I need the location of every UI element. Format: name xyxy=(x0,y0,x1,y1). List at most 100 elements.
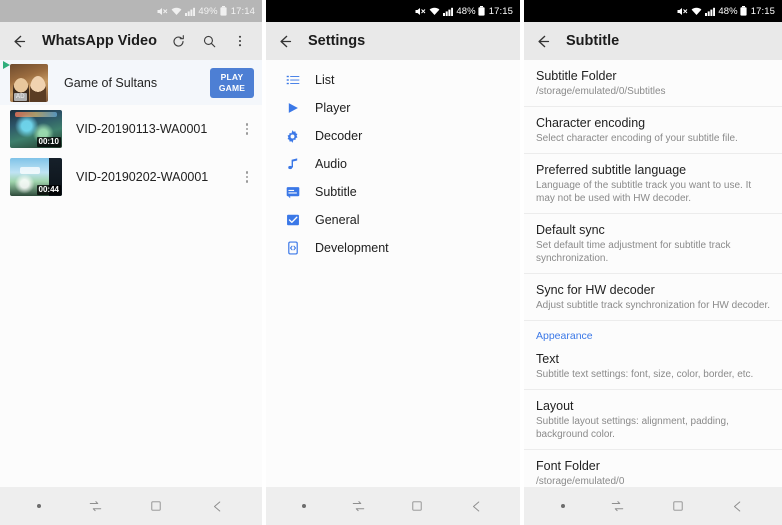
settings-item-subtitle[interactable]: Subtitle xyxy=(266,178,520,206)
pref-preferred-subtitle-language[interactable]: Preferred subtitle language Language of … xyxy=(524,154,782,214)
back-icon[interactable] xyxy=(469,499,484,514)
development-icon xyxy=(284,240,301,257)
phone-panel-video-list: 49% 17:14 WhatsApp Video xyxy=(0,0,262,525)
recents-icon[interactable] xyxy=(88,499,103,514)
page-title: Settings xyxy=(308,33,512,49)
clock: 17:14 xyxy=(231,6,255,17)
video-file-name: VID-20190113-WA0001 xyxy=(76,122,236,136)
dot-icon[interactable] xyxy=(561,504,565,508)
status-icons xyxy=(677,7,715,16)
app-bar-actions xyxy=(168,31,254,51)
dot-icon[interactable] xyxy=(302,504,306,508)
pref-summary: Select character encoding of your subtit… xyxy=(536,132,770,145)
signal-icon xyxy=(185,7,195,16)
pref-summary: Set default time adjustment for subtitle… xyxy=(536,239,770,265)
back-arrow-icon[interactable] xyxy=(8,31,28,51)
clock: 17:15 xyxy=(489,6,513,17)
search-icon[interactable] xyxy=(199,31,219,51)
settings-item-label: Audio xyxy=(315,157,347,171)
dot-icon[interactable] xyxy=(37,504,41,508)
battery-icon xyxy=(478,6,485,16)
app-bar: WhatsApp Video xyxy=(0,22,262,60)
pref-subtitle-folder[interactable]: Subtitle Folder /storage/emulated/0/Subt… xyxy=(524,60,782,107)
list-icon xyxy=(284,72,301,89)
section-header-appearance: Appearance xyxy=(524,321,782,343)
play-icon xyxy=(284,100,301,117)
pref-title: Layout xyxy=(536,398,770,414)
pref-summary: Adjust subtitle track synchronization fo… xyxy=(536,299,770,312)
clock: 17:15 xyxy=(751,6,775,17)
status-bar: 49% 17:14 xyxy=(0,0,262,22)
pref-summary: Subtitle layout settings: alignment, pad… xyxy=(536,415,770,441)
settings-item-label: Decoder xyxy=(315,129,362,143)
settings-item-label: General xyxy=(315,213,359,227)
back-icon[interactable] xyxy=(210,499,225,514)
refresh-icon[interactable] xyxy=(168,31,188,51)
pref-character-encoding[interactable]: Character encoding Select character enco… xyxy=(524,107,782,154)
battery-percent: 48% xyxy=(718,6,737,17)
overflow-menu-icon[interactable] xyxy=(230,31,250,51)
gear-icon xyxy=(284,128,301,145)
app-bar: Subtitle xyxy=(524,22,782,60)
settings-item-label: Development xyxy=(315,241,389,255)
settings-item-label: Subtitle xyxy=(315,185,357,199)
home-icon[interactable] xyxy=(410,499,424,513)
phone-panel-subtitle-settings: 48% 17:15 Subtitle Subtitle Folder /stor… xyxy=(524,0,782,525)
pref-default-sync[interactable]: Default sync Set default time adjustment… xyxy=(524,214,782,274)
pref-layout[interactable]: Layout Subtitle layout settings: alignme… xyxy=(524,390,782,450)
status-icons xyxy=(157,7,195,16)
settings-menu: List Player Decoder Audio xyxy=(266,60,520,525)
settings-item-player[interactable]: Player xyxy=(266,94,520,122)
pref-sync-for-hw-decoder[interactable]: Sync for HW decoder Adjust subtitle trac… xyxy=(524,274,782,321)
settings-item-decoder[interactable]: Decoder xyxy=(266,122,520,150)
back-arrow-icon[interactable] xyxy=(274,31,294,51)
wifi-icon xyxy=(691,7,702,16)
video-thumbnail: 00:44 xyxy=(10,158,62,196)
pref-title: Character encoding xyxy=(536,115,770,131)
pref-title: Sync for HW decoder xyxy=(536,282,770,298)
settings-item-general[interactable]: General xyxy=(266,206,520,234)
video-thumbnail: 00:10 xyxy=(10,110,62,148)
list-item[interactable]: 00:10 VID-20190113-WA0001 xyxy=(0,105,262,153)
android-nav-bar xyxy=(266,487,520,525)
pref-title: Font Folder xyxy=(536,458,770,474)
home-icon[interactable] xyxy=(149,499,163,513)
subtitle-icon xyxy=(284,184,301,201)
play-game-button[interactable]: PLAY GAME xyxy=(210,68,254,98)
phone-panel-settings: 48% 17:15 Settings List xyxy=(266,0,520,525)
pref-title: Text xyxy=(536,351,770,367)
pref-title: Preferred subtitle language xyxy=(536,162,770,178)
ad-banner[interactable]: AD Game of Sultans PLAY GAME xyxy=(0,60,262,105)
pref-summary: /storage/emulated/0/Subtitles xyxy=(536,85,770,98)
page-title: Subtitle xyxy=(566,33,774,49)
pref-title: Default sync xyxy=(536,222,770,238)
back-arrow-icon[interactable] xyxy=(532,31,552,51)
adchoices-icon[interactable] xyxy=(3,61,10,69)
ad-title: Game of Sultans xyxy=(64,76,210,90)
duration-badge: 00:10 xyxy=(37,137,61,147)
settings-item-list[interactable]: List xyxy=(266,66,520,94)
ad-badge: AD xyxy=(14,93,27,101)
settings-item-audio[interactable]: Audio xyxy=(266,150,520,178)
video-file-name: VID-20190202-WA0001 xyxy=(76,170,236,184)
mute-icon xyxy=(415,7,426,16)
screenshot-stage: 49% 17:14 WhatsApp Video xyxy=(0,0,782,525)
pref-text[interactable]: Text Subtitle text settings: font, size,… xyxy=(524,343,782,390)
pref-summary: Subtitle text settings: font, size, colo… xyxy=(536,368,770,381)
battery-icon xyxy=(740,6,747,16)
signal-icon xyxy=(443,7,453,16)
list-item[interactable]: 00:44 VID-20190202-WA0001 xyxy=(0,153,262,201)
recents-icon[interactable] xyxy=(351,499,366,514)
battery-percent: 49% xyxy=(198,6,217,17)
home-icon[interactable] xyxy=(671,499,685,513)
subtitle-preference-list: Subtitle Folder /storage/emulated/0/Subt… xyxy=(524,60,782,525)
mute-icon xyxy=(677,7,688,16)
item-overflow-menu-icon[interactable] xyxy=(236,114,258,144)
android-nav-bar xyxy=(0,487,262,525)
recents-icon[interactable] xyxy=(610,499,625,514)
status-bar: 48% 17:15 xyxy=(524,0,782,22)
settings-item-development[interactable]: Development xyxy=(266,234,520,262)
item-overflow-menu-icon[interactable] xyxy=(236,162,258,192)
music-note-icon xyxy=(284,156,301,173)
back-icon[interactable] xyxy=(730,499,745,514)
